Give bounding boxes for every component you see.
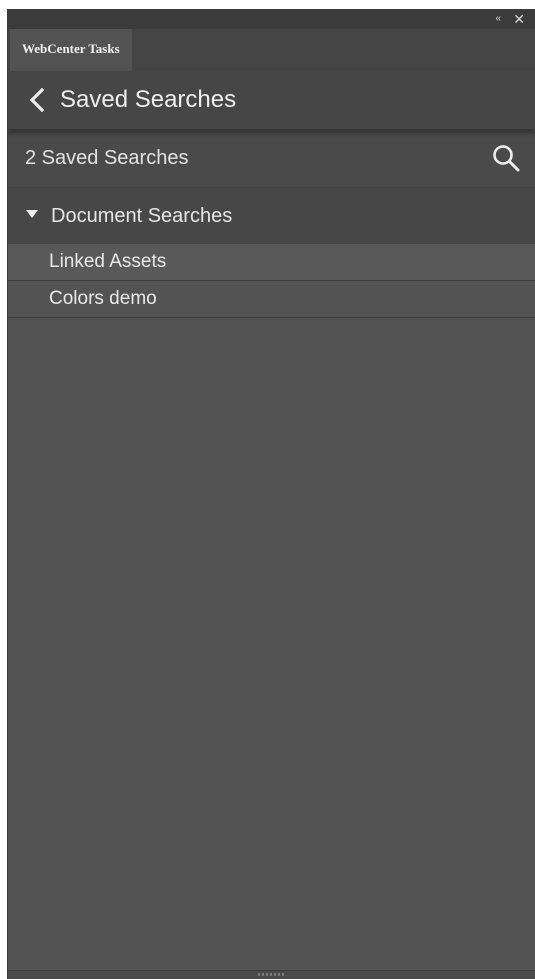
tab-webcenter-tasks[interactable]: WebCenter Tasks xyxy=(10,29,132,71)
saved-search-label: Colors demo xyxy=(49,288,157,309)
list-item[interactable]: Linked Assets xyxy=(8,244,535,281)
tab-strip: WebCenter Tasks xyxy=(8,29,535,71)
search-icon xyxy=(493,145,520,172)
list-item[interactable]: Colors demo xyxy=(8,281,535,318)
back-button[interactable] xyxy=(25,85,51,115)
page-header: Saved Searches xyxy=(8,71,535,129)
close-icon[interactable]: ✕ xyxy=(513,10,525,28)
collapse-icon[interactable]: « xyxy=(495,10,501,28)
group-document-searches[interactable]: Document Searches xyxy=(8,188,535,244)
panel-titlebar: « ✕ xyxy=(8,9,535,29)
saved-searches-summary: 2 Saved Searches xyxy=(8,129,535,188)
webcenter-panel: « ✕ WebCenter Tasks Saved Searches 2 Sav… xyxy=(7,9,535,979)
resize-grip[interactable] xyxy=(8,970,535,979)
caret-down-icon[interactable] xyxy=(26,210,38,218)
group-label: Document Searches xyxy=(51,205,233,227)
grip-handle-icon[interactable] xyxy=(258,973,286,976)
search-button[interactable] xyxy=(491,143,521,173)
page-title: Saved Searches xyxy=(60,86,237,113)
chevron-left-icon xyxy=(29,87,45,113)
saved-search-label: Linked Assets xyxy=(49,251,167,272)
saved-searches-count: 2 Saved Searches xyxy=(25,147,189,169)
